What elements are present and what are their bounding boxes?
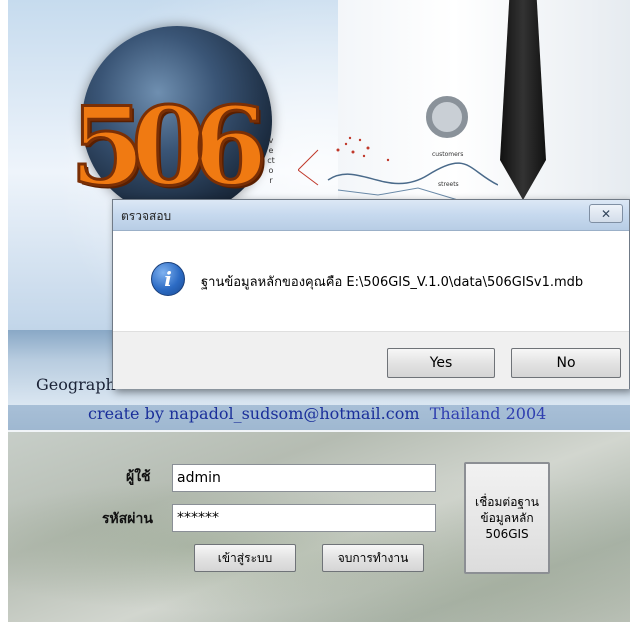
dialog-footer: Yes No — [113, 331, 629, 389]
vector-label: vector — [267, 136, 275, 185]
login-button[interactable]: เข้าสู่ระบบ — [194, 544, 296, 572]
message-dialog: ตรวจสอบ ✕ i ฐานข้อมูลหลักของคุณคือ E:\50… — [112, 199, 630, 389]
info-icon: i — [151, 262, 185, 296]
username-input[interactable] — [172, 464, 436, 492]
app-logo: 506 — [69, 84, 269, 210]
dialog-title: ตรวจสอบ — [121, 209, 172, 223]
credit-line: create by napadol_sudsom@hotmail.com Tha… — [88, 404, 546, 423]
user-label: ผู้ใช้ — [126, 469, 151, 485]
password-input[interactable] — [172, 504, 436, 532]
credit-text: create by napadol_sudsom@hotmail.com — [88, 404, 420, 423]
connect-button-line-2: ข้อมูลหลัก — [480, 511, 534, 525]
yes-button[interactable]: Yes — [387, 348, 495, 378]
exit-button[interactable]: จบการทำงาน — [322, 544, 424, 572]
close-icon[interactable]: ✕ — [589, 204, 623, 223]
connect-button-line-3: 506GIS — [485, 527, 529, 541]
credit-country: Thailand 2004 — [429, 404, 547, 423]
no-button[interactable]: No — [511, 348, 621, 378]
connect-button-line-1: เชื่อมต่อฐาน — [475, 495, 539, 509]
map-label-streets: streets — [438, 181, 459, 188]
splash-title: Geograph — [36, 375, 116, 394]
password-label: รหัสผ่าน — [102, 511, 153, 527]
dialog-titlebar[interactable]: ตรวจสอบ ✕ — [113, 200, 629, 231]
login-panel: ผู้ใช้ รหัสผ่าน เข้าสู่ระบบ จบการทำงาน เ… — [8, 432, 630, 622]
dialog-body: i ฐานข้อมูลหลักของคุณคือ E:\506GIS_V.1.0… — [113, 231, 629, 331]
connect-database-button[interactable]: เชื่อมต่อฐาน ข้อมูลหลัก 506GIS — [464, 462, 550, 574]
vector-map-graphic: customers streets — [298, 136, 498, 201]
map-label-customers: customers — [432, 151, 463, 158]
dialog-message: ฐานข้อมูลหลักของคุณคือ E:\506GIS_V.1.0\d… — [201, 275, 584, 290]
